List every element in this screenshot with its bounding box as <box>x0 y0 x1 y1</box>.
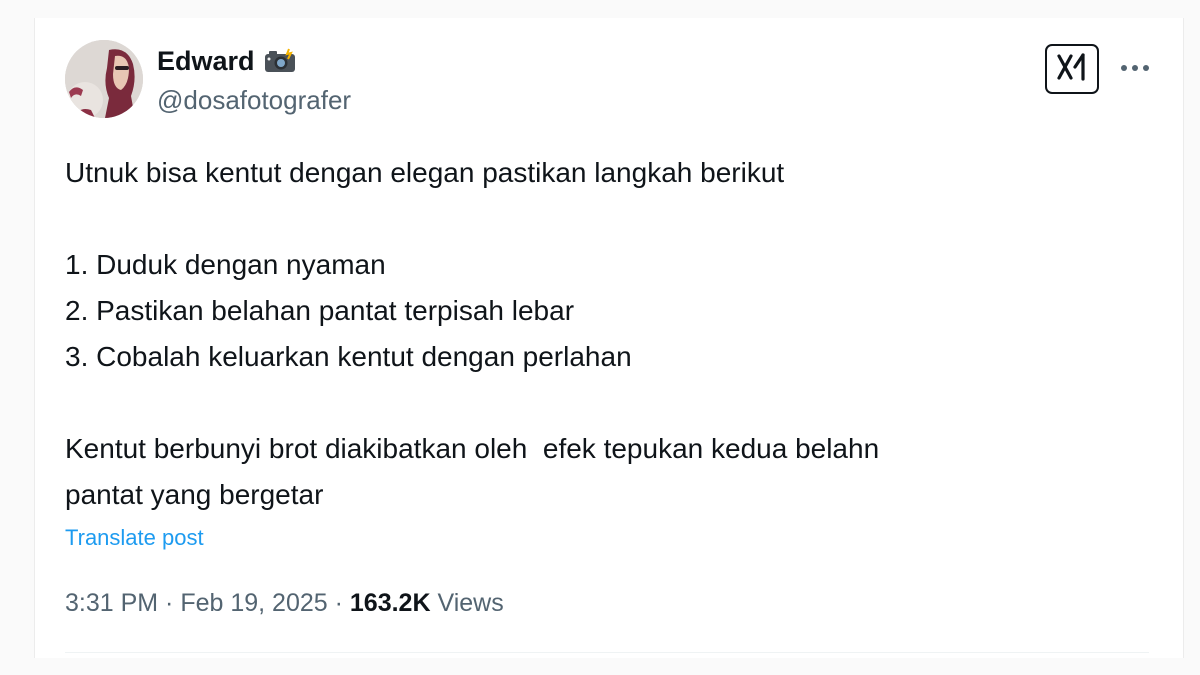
avatar-photo <box>65 40 143 118</box>
display-name[interactable]: Edward <box>157 44 255 78</box>
divider <box>65 652 1149 653</box>
meta-separator: · <box>158 589 181 617</box>
tweet-line: pantat yang bergetar <box>65 479 324 510</box>
tweet-line: Kentut berbunyi brot diakibatkan oleh ef… <box>65 433 880 464</box>
meta-separator: · <box>327 589 350 617</box>
tweet-line: 2. Pastikan belahan pantat terpisah leba… <box>65 295 575 326</box>
tweet-card: Edward @dosafotografer Utnuk bisa kentut… <box>34 18 1184 658</box>
tweet-line: 3. Cobalah keluarkan kentut dengan perla… <box>65 341 632 372</box>
translate-post-link[interactable]: Translate post <box>65 524 204 552</box>
tweet-line: Utnuk bisa kentut dengan elegan pastikan… <box>65 157 785 188</box>
post-date[interactable]: Feb 19, 2025 <box>180 589 327 617</box>
author-name-row: Edward <box>157 44 297 78</box>
views-count: 163.2K <box>349 589 431 617</box>
camera-flash-icon <box>263 48 297 74</box>
more-options-button[interactable] <box>1117 50 1153 86</box>
tweet-text: Utnuk bisa kentut dengan elegan pastikan… <box>65 150 1145 518</box>
grok-x-logo-icon <box>1055 52 1089 87</box>
avatar[interactable] <box>65 40 143 118</box>
views-label: Views <box>437 589 504 617</box>
ellipsis-icon <box>1120 59 1150 77</box>
tweet-metadata: 3:31 PM · Feb 19, 2025 · 163.2K Views <box>65 586 504 620</box>
grok-button[interactable] <box>1045 44 1099 94</box>
tweet-line: 1. Duduk dengan nyaman <box>65 249 386 280</box>
page: Edward @dosafotografer Utnuk bisa kentut… <box>0 0 1200 675</box>
post-time[interactable]: 3:31 PM <box>65 589 158 617</box>
author-handle[interactable]: @dosafotografer <box>157 84 351 116</box>
